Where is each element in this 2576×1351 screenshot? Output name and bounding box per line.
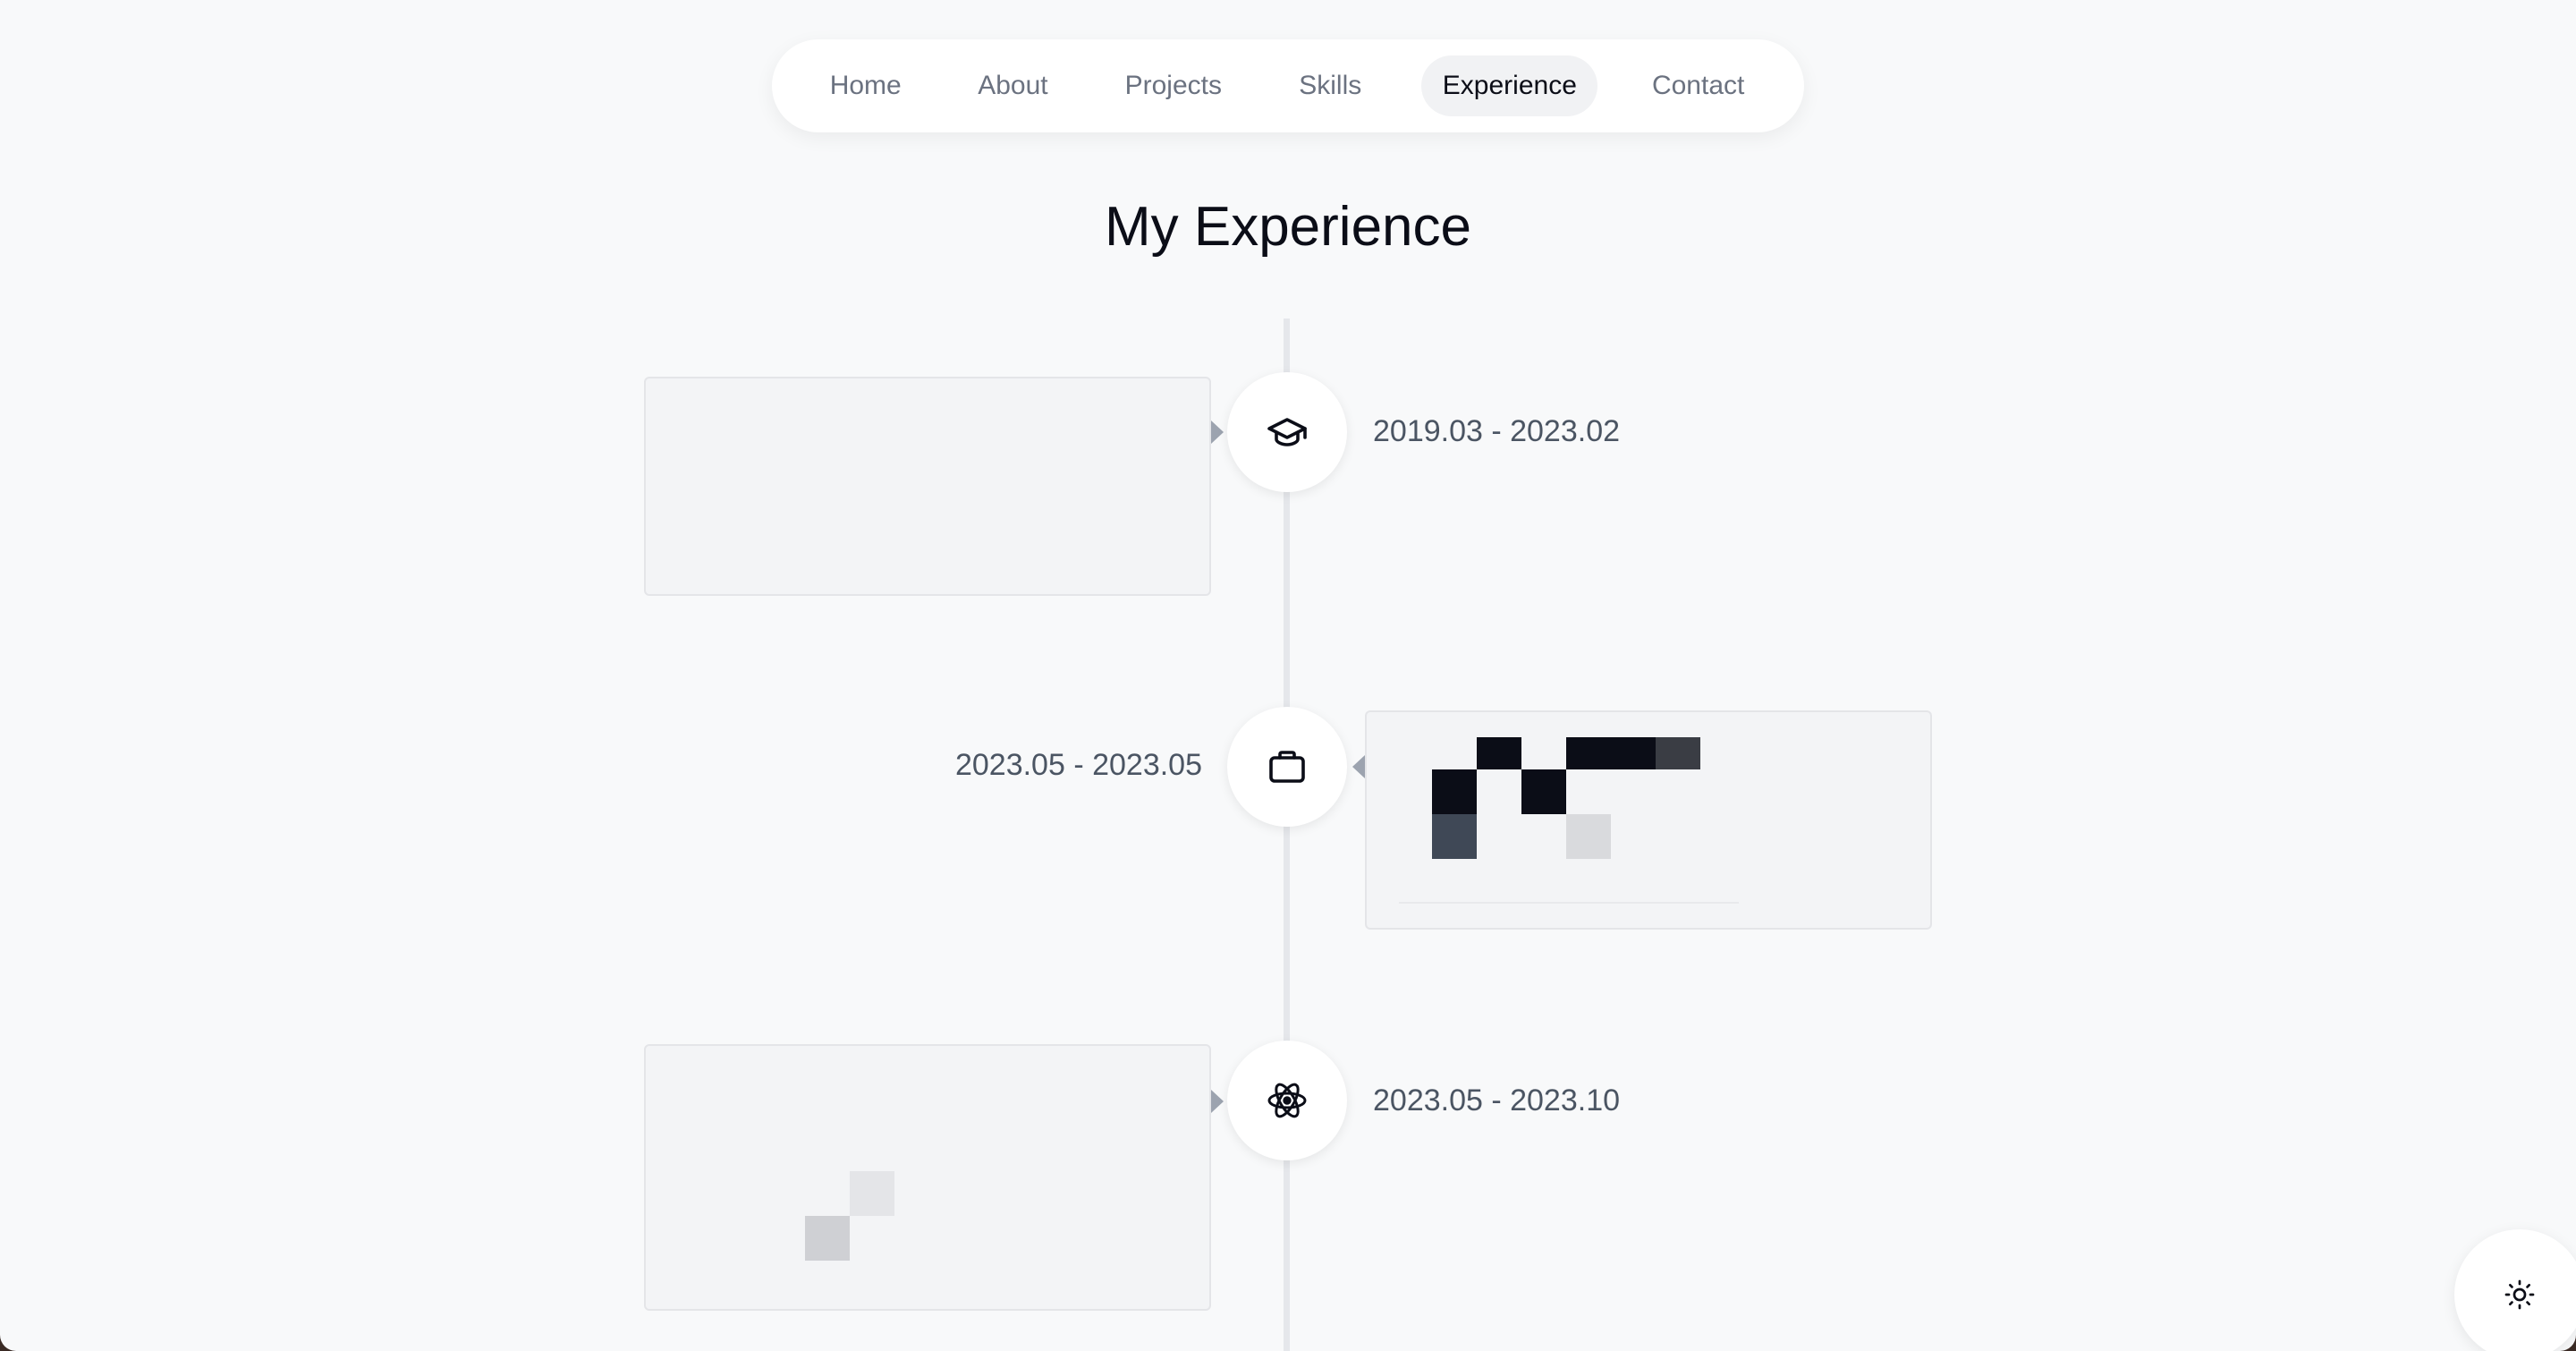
redacted-block [805, 1216, 850, 1261]
timeline-card-2 [1365, 710, 1932, 930]
nav-contact[interactable]: Contact [1606, 55, 1790, 116]
redacted-block [1566, 814, 1611, 859]
page: Home About Projects Skills Experience Co… [0, 0, 2576, 1351]
timeline-date-2: 2023.05 - 2023.05 [954, 748, 1202, 782]
timeline-node-1 [1227, 372, 1347, 492]
redacted-block [1656, 737, 1700, 769]
redacted-block [1477, 737, 1521, 769]
redacted-block [1521, 769, 1566, 814]
briefcase-icon [1269, 751, 1305, 783]
theme-toggle-button[interactable] [2454, 1229, 2576, 1351]
timeline-date-3: 2023.05 - 2023.10 [1373, 1083, 1621, 1117]
graduation-cap-icon [1267, 418, 1307, 446]
nav-experience[interactable]: Experience [1421, 55, 1598, 116]
card-pointer [1352, 755, 1365, 778]
react-atom-icon [1267, 1083, 1307, 1118]
nav-home[interactable]: Home [786, 55, 945, 116]
timeline-date-1: 2019.03 - 2023.02 [1373, 414, 1621, 448]
timeline-card-1 [644, 377, 1211, 596]
sun-icon [2504, 1279, 2535, 1310]
nav-projects[interactable]: Projects [1080, 55, 1266, 116]
timeline-node-3 [1227, 1041, 1347, 1160]
redacted-block [1432, 769, 1477, 814]
nav-about[interactable]: About [945, 55, 1080, 116]
nav-skills[interactable]: Skills [1266, 55, 1394, 116]
timeline-node-2 [1227, 707, 1347, 827]
top-nav: Home About Projects Skills Experience Co… [772, 39, 1804, 132]
page-title: My Experience [1104, 196, 1472, 258]
redacted-block [1566, 737, 1656, 769]
card-pointer [1211, 421, 1224, 444]
divider [1399, 902, 1739, 904]
timeline-card-3 [644, 1044, 1211, 1311]
redacted-block [1432, 814, 1477, 859]
card-pointer [1211, 1090, 1224, 1113]
redacted-block [850, 1171, 894, 1216]
